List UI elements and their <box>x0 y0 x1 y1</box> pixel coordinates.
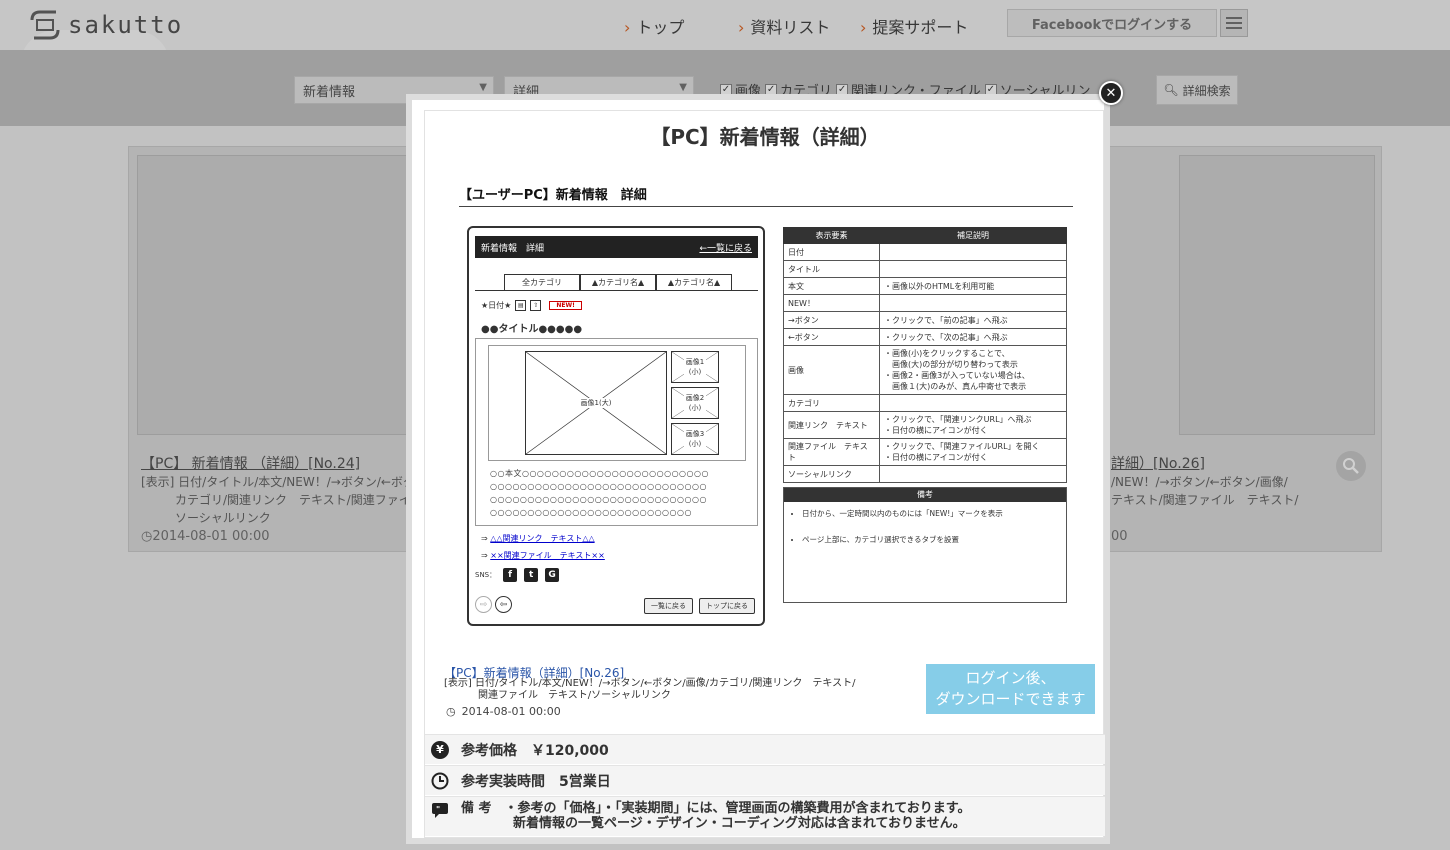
spec-key: ←ボタン <box>783 328 880 346</box>
thumb-placeholder: 画像1 (小) <box>671 351 719 383</box>
device-date-row: ★日付★ ▤ ⇧ NEW! <box>481 300 582 311</box>
device-body: 画像1(大) 画像1 (小) 画像2 (小) 画像3 (小) ○○本文○○○○○… <box>475 338 758 526</box>
spec-key: ソーシャルリンク <box>783 465 880 483</box>
spec-value <box>879 243 1067 261</box>
device-tabs: 全カテゴリ ▲カテゴリ名▲ ▲カテゴリ名▲ <box>504 274 732 290</box>
note-row: " 備 考 ・参考の「価格」・「実装期間」には、管理画面の構築費用が含まれており… <box>425 796 1105 836</box>
close-modal-button[interactable]: ✕ <box>1099 81 1123 105</box>
spec-row: →ボタン ・クリックで、「前の記事」へ飛ぶ <box>783 311 1067 329</box>
device-body-text: ○○本文○○○○○○○○○○○○○○○○○○○○○○○○○ ○○○○○○○○○○… <box>490 469 709 517</box>
spec-key: →ボタン <box>783 311 880 329</box>
spec-key: カテゴリ <box>783 394 880 412</box>
facebook-icon: f <box>503 568 518 582</box>
spec-header: 表示要素 <box>783 227 880 244</box>
spec-value: ・画像以外のHTMLを利用可能 <box>879 277 1067 295</box>
google-plus-icon: G <box>545 568 560 582</box>
wireframe-divider <box>459 206 1073 207</box>
spec-value: ・クリックで、「関連ファイルURL」を開く ・日付の横にアイコンが付く <box>879 438 1067 466</box>
spec-row: カテゴリ <box>783 394 1067 412</box>
wireframe-device: 新着情報 詳細 ←一覧に戻る 全カテゴリ ▲カテゴリ名▲ ▲カテゴリ名▲ ★日付… <box>467 226 765 626</box>
spec-table: 表示要素 補足説明 日付 タイトル 本文 ・画像以外のHTMLを利用可能 NEW！ →ボタ… <box>783 227 1067 483</box>
spec-value: ・クリックで、「次の記事」へ飛ぶ <box>879 328 1067 346</box>
spec-key: 関連ファイル テキスト <box>783 438 880 466</box>
spec-row: 画像 ・画像(小)をクリックすることで、 画像(大)の部分が切り替わって表示 ・画… <box>783 345 1067 395</box>
item-date: ◷ 2014-08-01 00:00 <box>446 705 561 718</box>
spec-value: ・クリックで、「関連リンクURL」へ飛ぶ ・日付の横にアイコンが付く <box>879 411 1067 439</box>
svg-text:": " <box>436 805 440 814</box>
spec-row: 関連ファイル テキスト ・クリックで、「関連ファイルURL」を開く ・日付の横にア… <box>783 438 1067 466</box>
modal-title: 【PC】新着情報（詳細） <box>650 125 880 149</box>
note-item: 日付から、一定時間以内のものには「NEW!」マークを表示 <box>802 507 1066 521</box>
tab-line <box>475 290 758 291</box>
spec-key: 本文 <box>783 277 880 295</box>
device-back-list-button: 一覧に戻る <box>644 598 693 614</box>
clock-icon: ◷ <box>446 705 456 718</box>
thumb-placeholder: 画像2 (小) <box>671 387 719 419</box>
yen-icon: ¥ <box>431 740 449 759</box>
price-row: ¥ 参考価格 ￥120,000 <box>425 734 1105 764</box>
time-row: 参考実装時間 5営業日 <box>425 765 1105 795</box>
spec-key: 関連リンク テキスト <box>783 411 880 439</box>
device-image-box: 画像1(大) 画像1 (小) 画像2 (小) 画像3 (小) <box>488 345 746 461</box>
device-sns: SNS： f t G <box>475 568 560 582</box>
device-links: ⇒ △△関連リンク テキスト△△ ⇒ ××関連ファイル テキスト×× <box>481 534 605 560</box>
related-file-link: ××関連ファイル テキスト×× <box>490 551 605 560</box>
clock-icon <box>431 772 449 790</box>
wireframe-title: 【ユーザーPC】新着情報 詳細 <box>459 188 647 203</box>
spec-value: ・クリックで、「前の記事」へ飛ぶ <box>879 311 1067 329</box>
speech-bubble-icon: " <box>431 801 449 819</box>
spec-body: 日付 タイトル 本文 ・画像以外のHTMLを利用可能 NEW！ →ボタン ・クリックで、「前… <box>783 243 1067 483</box>
spec-row: ←ボタン ・クリックで、「次の記事」へ飛ぶ <box>783 328 1067 346</box>
device-pager: ⇨ ⇦ <box>475 596 512 613</box>
item-description: [表示] 日付/タイトル/本文/NEW！/→ボタン/←ボタン/画像/カテゴリ/関… <box>444 678 856 701</box>
device-header: 新着情報 詳細 ←一覧に戻る <box>475 236 758 258</box>
modal-content: 【PC】新着情報（詳細） 【ユーザーPC】新着情報 詳細 新着情報 詳細 ←一覧… <box>424 110 1105 838</box>
thumb-placeholder: 画像3 (小) <box>671 423 719 455</box>
detail-modal: 【PC】新着情報（詳細） 【ユーザーPC】新着情報 詳細 新着情報 詳細 ←一覧… <box>406 94 1110 844</box>
link-icon: ⇧ <box>530 300 542 311</box>
spec-value <box>879 260 1067 278</box>
spec-row: タイトル <box>783 260 1067 278</box>
device-tab: ▲カテゴリ名▲ <box>580 274 656 290</box>
spec-value <box>879 465 1067 483</box>
device-tab: 全カテゴリ <box>504 274 580 290</box>
spec-value <box>879 394 1067 412</box>
notes-header: 備考 <box>784 488 1066 502</box>
file-icon: ▤ <box>515 300 527 311</box>
note-text: 備 考 ・参考の「価格」・「実装期間」には、管理画面の構築費用が含まれております… <box>461 801 971 831</box>
spec-key: 画像 <box>783 345 880 395</box>
download-button[interactable]: ログイン後、 ダウンロードできます <box>926 664 1095 714</box>
spec-row: 関連リンク テキスト ・クリックで、「関連リンクURL」へ飛ぶ ・日付の横にアイコ… <box>783 411 1067 439</box>
spec-row: 本文 ・画像以外のHTMLを利用可能 <box>783 277 1067 295</box>
spec-row: NEW！ <box>783 294 1067 312</box>
close-icon: ✕ <box>1105 85 1117 101</box>
spec-key: タイトル <box>783 260 880 278</box>
new-badge: NEW! <box>549 301 582 310</box>
spec-key: 日付 <box>783 243 880 261</box>
notes-box: 備考 日付から、一定時間以内のものには「NEW!」マークを表示 ページ上部に、カ… <box>783 487 1067 603</box>
spec-header: 補足説明 <box>879 227 1067 244</box>
note-item: ページ上部に、カテゴリ選択できるタブを設置 <box>802 533 1066 547</box>
arrow-left-icon: ⇦ <box>495 596 512 613</box>
spec-value <box>879 294 1067 312</box>
related-link: △△関連リンク テキスト△△ <box>490 534 595 543</box>
device-buttons: 一覧に戻る トップに戻る <box>644 598 755 614</box>
twitter-icon: t <box>524 568 539 582</box>
arrow-right-icon: ⇨ <box>475 596 492 613</box>
main-image-placeholder: 画像1(大) <box>525 351 667 455</box>
spec-row: 日付 <box>783 243 1067 261</box>
device-post-title: ●●タイトル●●●●● <box>481 324 583 335</box>
device-back-top-button: トップに戻る <box>699 598 755 614</box>
spec-row: ソーシャルリンク <box>783 465 1067 483</box>
spec-value: ・画像(小)をクリックすることで、 画像(大)の部分が切り替わって表示 ・画像2… <box>879 345 1067 395</box>
device-tab: ▲カテゴリ名▲ <box>656 274 732 290</box>
spec-key: NEW！ <box>783 294 880 312</box>
